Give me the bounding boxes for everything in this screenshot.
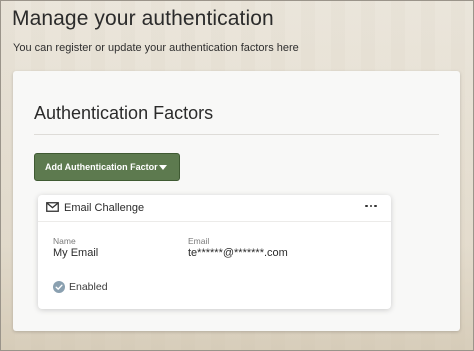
name-label: Name bbox=[53, 236, 76, 246]
more-options-icon[interactable] bbox=[362, 198, 380, 214]
status-text: Enabled bbox=[69, 281, 108, 293]
check-circle-icon bbox=[53, 281, 65, 293]
page-subtitle: You can register or update your authenti… bbox=[13, 42, 299, 54]
chevron-down-icon bbox=[159, 165, 167, 170]
name-value: My Email bbox=[53, 247, 99, 259]
card-title: Email Challenge bbox=[64, 202, 145, 214]
add-button-label: Add Authentication Factor bbox=[45, 162, 158, 172]
email-value: te******@*******.com bbox=[188, 247, 288, 259]
section-divider bbox=[34, 134, 439, 135]
email-label: Email bbox=[188, 236, 210, 246]
page-title: Manage your authentication bbox=[12, 7, 274, 30]
email-challenge-card: Email Challenge Name My Email Email te**… bbox=[38, 195, 391, 309]
status-badge: Enabled bbox=[53, 281, 108, 293]
add-authentication-factor-button[interactable]: Add Authentication Factor bbox=[34, 153, 180, 181]
card-header: Email Challenge bbox=[38, 195, 391, 222]
mail-icon bbox=[46, 202, 59, 212]
section-title: Authentication Factors bbox=[34, 103, 214, 123]
authentication-factors-panel: Authentication Factors Add Authenticatio… bbox=[13, 71, 460, 331]
page-frame: Manage your authentication You can regis… bbox=[0, 0, 474, 351]
